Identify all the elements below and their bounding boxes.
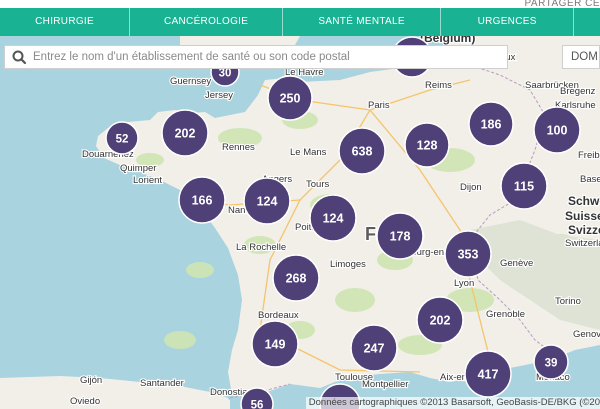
place-label: Suisse: [565, 209, 600, 223]
place-label: Lyon: [454, 278, 474, 289]
cluster-marker[interactable]: 124: [243, 177, 291, 225]
category-nav: CHIRURGIE CANCÉROLOGIE SANTÉ MENTALE URG…: [0, 8, 600, 36]
place-label: Tours: [306, 179, 329, 190]
tab-urgences[interactable]: URGENCES: [441, 8, 575, 36]
place-label: Freiburg: [578, 150, 600, 161]
spain-coast: [0, 376, 230, 409]
place-label: La Rochelle: [236, 242, 286, 253]
cluster-count: 115: [514, 180, 534, 194]
cluster-count: 268: [286, 272, 307, 286]
place-label: Schweiz: [568, 194, 600, 208]
search-bar: [4, 45, 508, 69]
place-label: Montpellier: [362, 379, 408, 390]
cluster-marker[interactable]: 115: [500, 162, 548, 210]
place-label: Genova: [573, 329, 600, 340]
cluster-count: 128: [417, 139, 438, 153]
dom-button[interactable]: DOM: [562, 45, 600, 69]
cluster-count: 178: [390, 230, 411, 244]
cluster-count: 417: [478, 368, 499, 382]
cluster-count: 250: [280, 92, 301, 106]
cluster-count: 638: [352, 145, 373, 159]
place-label: Svizzera: [568, 223, 600, 237]
tab-more[interactable]: [574, 8, 600, 36]
cluster-marker[interactable]: 149: [251, 320, 299, 368]
place-label: Oviedo: [70, 396, 100, 407]
cluster-count: 56: [251, 400, 264, 409]
cluster-marker[interactable]: 186: [468, 101, 514, 147]
cluster-marker[interactable]: 417: [464, 350, 512, 398]
cluster-marker[interactable]: 100: [533, 106, 581, 154]
place-label: Bordeaux: [258, 310, 299, 321]
cluster-marker[interactable]: 52: [105, 121, 139, 155]
place-label: Quimper: [120, 163, 156, 174]
cluster-marker[interactable]: 124: [309, 194, 357, 242]
top-strip: PARTAGER CE: [0, 0, 600, 9]
place-label: Genève: [500, 258, 533, 269]
cluster-marker[interactable]: 39: [533, 344, 569, 380]
cluster-marker[interactable]: 638: [338, 127, 386, 175]
cluster-count: 100: [547, 124, 568, 138]
place-label: Rennes: [222, 142, 255, 153]
cluster-marker[interactable]: 268: [272, 254, 320, 302]
cluster-marker[interactable]: 166: [178, 176, 226, 224]
place-label: Paris: [368, 100, 390, 111]
cluster-count: 149: [265, 338, 286, 352]
cluster-count: 124: [323, 212, 344, 226]
tab-chirurgie[interactable]: CHIRURGIE: [0, 8, 131, 36]
cluster-marker[interactable]: 250: [267, 75, 313, 121]
cluster-count: 202: [430, 314, 451, 328]
place-label: Gijón: [80, 375, 102, 386]
cluster-count: 52: [116, 134, 129, 146]
search-icon: [12, 50, 27, 65]
place-label: Grenoble: [486, 309, 525, 320]
cluster-count: 39: [545, 358, 558, 370]
cluster-count: 166: [192, 194, 213, 208]
place-label: Basel: [580, 174, 600, 185]
cluster-count: 247: [364, 342, 385, 356]
cluster-count: 30: [219, 68, 232, 80]
search-input[interactable]: [31, 50, 507, 64]
place-label: Reims: [425, 80, 452, 91]
cluster-marker[interactable]: 202: [416, 296, 464, 344]
cluster-marker[interactable]: 353: [444, 230, 492, 278]
cluster-count: 202: [175, 127, 196, 141]
tab-cancerologie[interactable]: CANCÉROLOGIE: [130, 8, 284, 36]
place-label: Jersey: [205, 90, 233, 101]
cluster-marker[interactable]: 202: [161, 109, 209, 157]
place-label: Guernsey: [170, 76, 211, 87]
cluster-count: 186: [481, 118, 502, 132]
place-label: Dijon: [460, 182, 482, 193]
cluster-count: 353: [458, 248, 479, 262]
place-label: Torino: [555, 296, 581, 307]
place-label: Bregenz: [560, 86, 596, 97]
cluster-marker[interactable]: 128: [404, 122, 450, 168]
cluster-count: 124: [257, 195, 278, 209]
tab-sante-mentale[interactable]: SANTÉ MENTALE: [283, 8, 442, 36]
cluster-marker[interactable]: 178: [376, 212, 424, 260]
map-attribution: Données cartographiques ©2013 Basarsoft,…: [305, 397, 600, 409]
cluster-marker[interactable]: 247: [350, 324, 398, 372]
place-label: Limoges: [330, 259, 366, 270]
place-label: Switzerland: [565, 238, 600, 249]
place-label: Le Mans: [290, 147, 327, 158]
place-label: Lorient: [133, 175, 162, 186]
place-label: Santander: [140, 378, 184, 389]
